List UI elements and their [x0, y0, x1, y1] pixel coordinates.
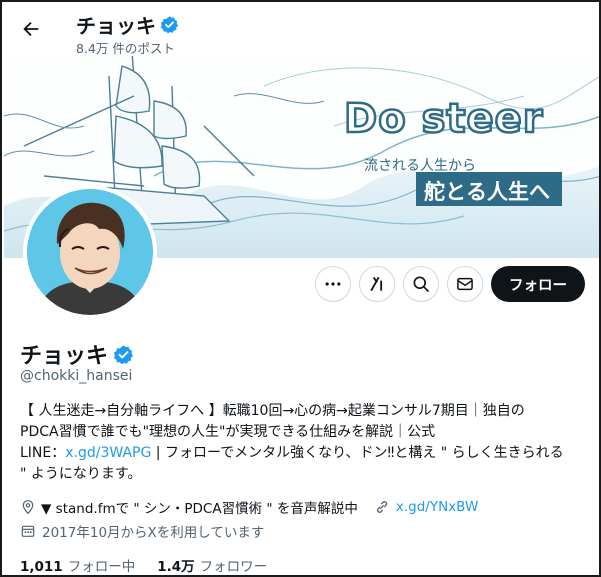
more-horizontal-icon	[323, 274, 343, 294]
avatar-illustration	[27, 189, 153, 315]
banner-line1: 流される人生から	[364, 158, 476, 174]
bio-line: " ようになります。	[20, 466, 142, 482]
bio-link[interactable]: x.gd/3WAPG	[65, 445, 151, 461]
envelope-icon	[455, 274, 475, 294]
message-button[interactable]	[447, 266, 483, 302]
link-icon	[374, 499, 390, 515]
location-pin-icon	[20, 499, 36, 515]
profile-meta-row: ▼ stand.fmで " シン・PDCA習慣術 " を音声解説中 x.gd/Y…	[20, 497, 478, 517]
followers-count: 1.4万	[157, 559, 195, 575]
calendar-icon	[20, 523, 36, 539]
profile-handle: @chokki_hansei	[20, 368, 133, 384]
top-bar: チョッキ 8.4万 件のポスト	[4, 4, 599, 56]
profile-page: チョッキ 8.4万 件のポスト Do steer 流される人生から 舵とる人生へ…	[0, 0, 601, 577]
arrow-left-icon[interactable]	[18, 16, 44, 42]
avatar[interactable]	[23, 185, 157, 319]
followers-label: フォロワー	[199, 559, 268, 575]
profile-name-row: チョッキ	[20, 338, 134, 370]
post-count: 8.4万 件のポスト	[76, 41, 175, 56]
profile-website[interactable]: x.gd/YNxBW	[396, 499, 478, 515]
banner-title: Do steer	[344, 96, 544, 142]
follow-button[interactable]: フォロー	[491, 266, 585, 302]
bio-line-prefix: LINE：	[20, 445, 66, 461]
header-title: チョッキ	[76, 10, 179, 39]
more-button[interactable]	[315, 266, 351, 302]
profile-location: ▼ stand.fmで " シン・PDCA習慣術 " を音声解説中	[41, 501, 358, 517]
profile-bio: 【 人生迷走→自分軸ライフへ 】転職10回→心の病→起業コンサル7期目｜独自の …	[20, 401, 590, 485]
bio-line: LINE：x.gd/3WAPG | フォローでメンタル強くなり、ドン‼と構え "…	[20, 443, 590, 464]
bio-line: PDCA習慣で誰でも"理想の人生"が実現できる仕組みを解説｜公式	[20, 424, 436, 440]
profile-stats: 1,011 フォロー中 1.4万 フォロワー	[20, 555, 267, 575]
profile-name: チョッキ	[20, 344, 109, 369]
verified-badge-icon[interactable]	[113, 344, 134, 365]
grok-button[interactable]	[359, 266, 395, 302]
verified-badge-icon	[160, 15, 179, 34]
search-icon	[411, 274, 431, 294]
search-button[interactable]	[403, 266, 439, 302]
following-label: フォロー中	[67, 559, 136, 575]
grok-icon	[367, 274, 387, 294]
banner-line2: 舵とる人生へ	[424, 180, 550, 204]
followers-stat[interactable]: 1.4万 フォロワー	[157, 555, 267, 575]
header-name: チョッキ	[76, 14, 156, 38]
profile-meta-row: 2017年10月からXを利用しています	[20, 521, 264, 541]
bio-line: 【 人生迷走→自分軸ライフへ 】転職10回→心の病→起業コンサル7期目｜独自の	[20, 403, 525, 419]
profile-joined: 2017年10月からXを利用しています	[42, 525, 265, 541]
following-stat[interactable]: 1,011 フォロー中	[20, 555, 135, 575]
following-count: 1,011	[20, 559, 63, 575]
bio-line-suffix: | フォローでメンタル強くなり、ドン‼と構え " らしく生きられる	[151, 445, 564, 461]
